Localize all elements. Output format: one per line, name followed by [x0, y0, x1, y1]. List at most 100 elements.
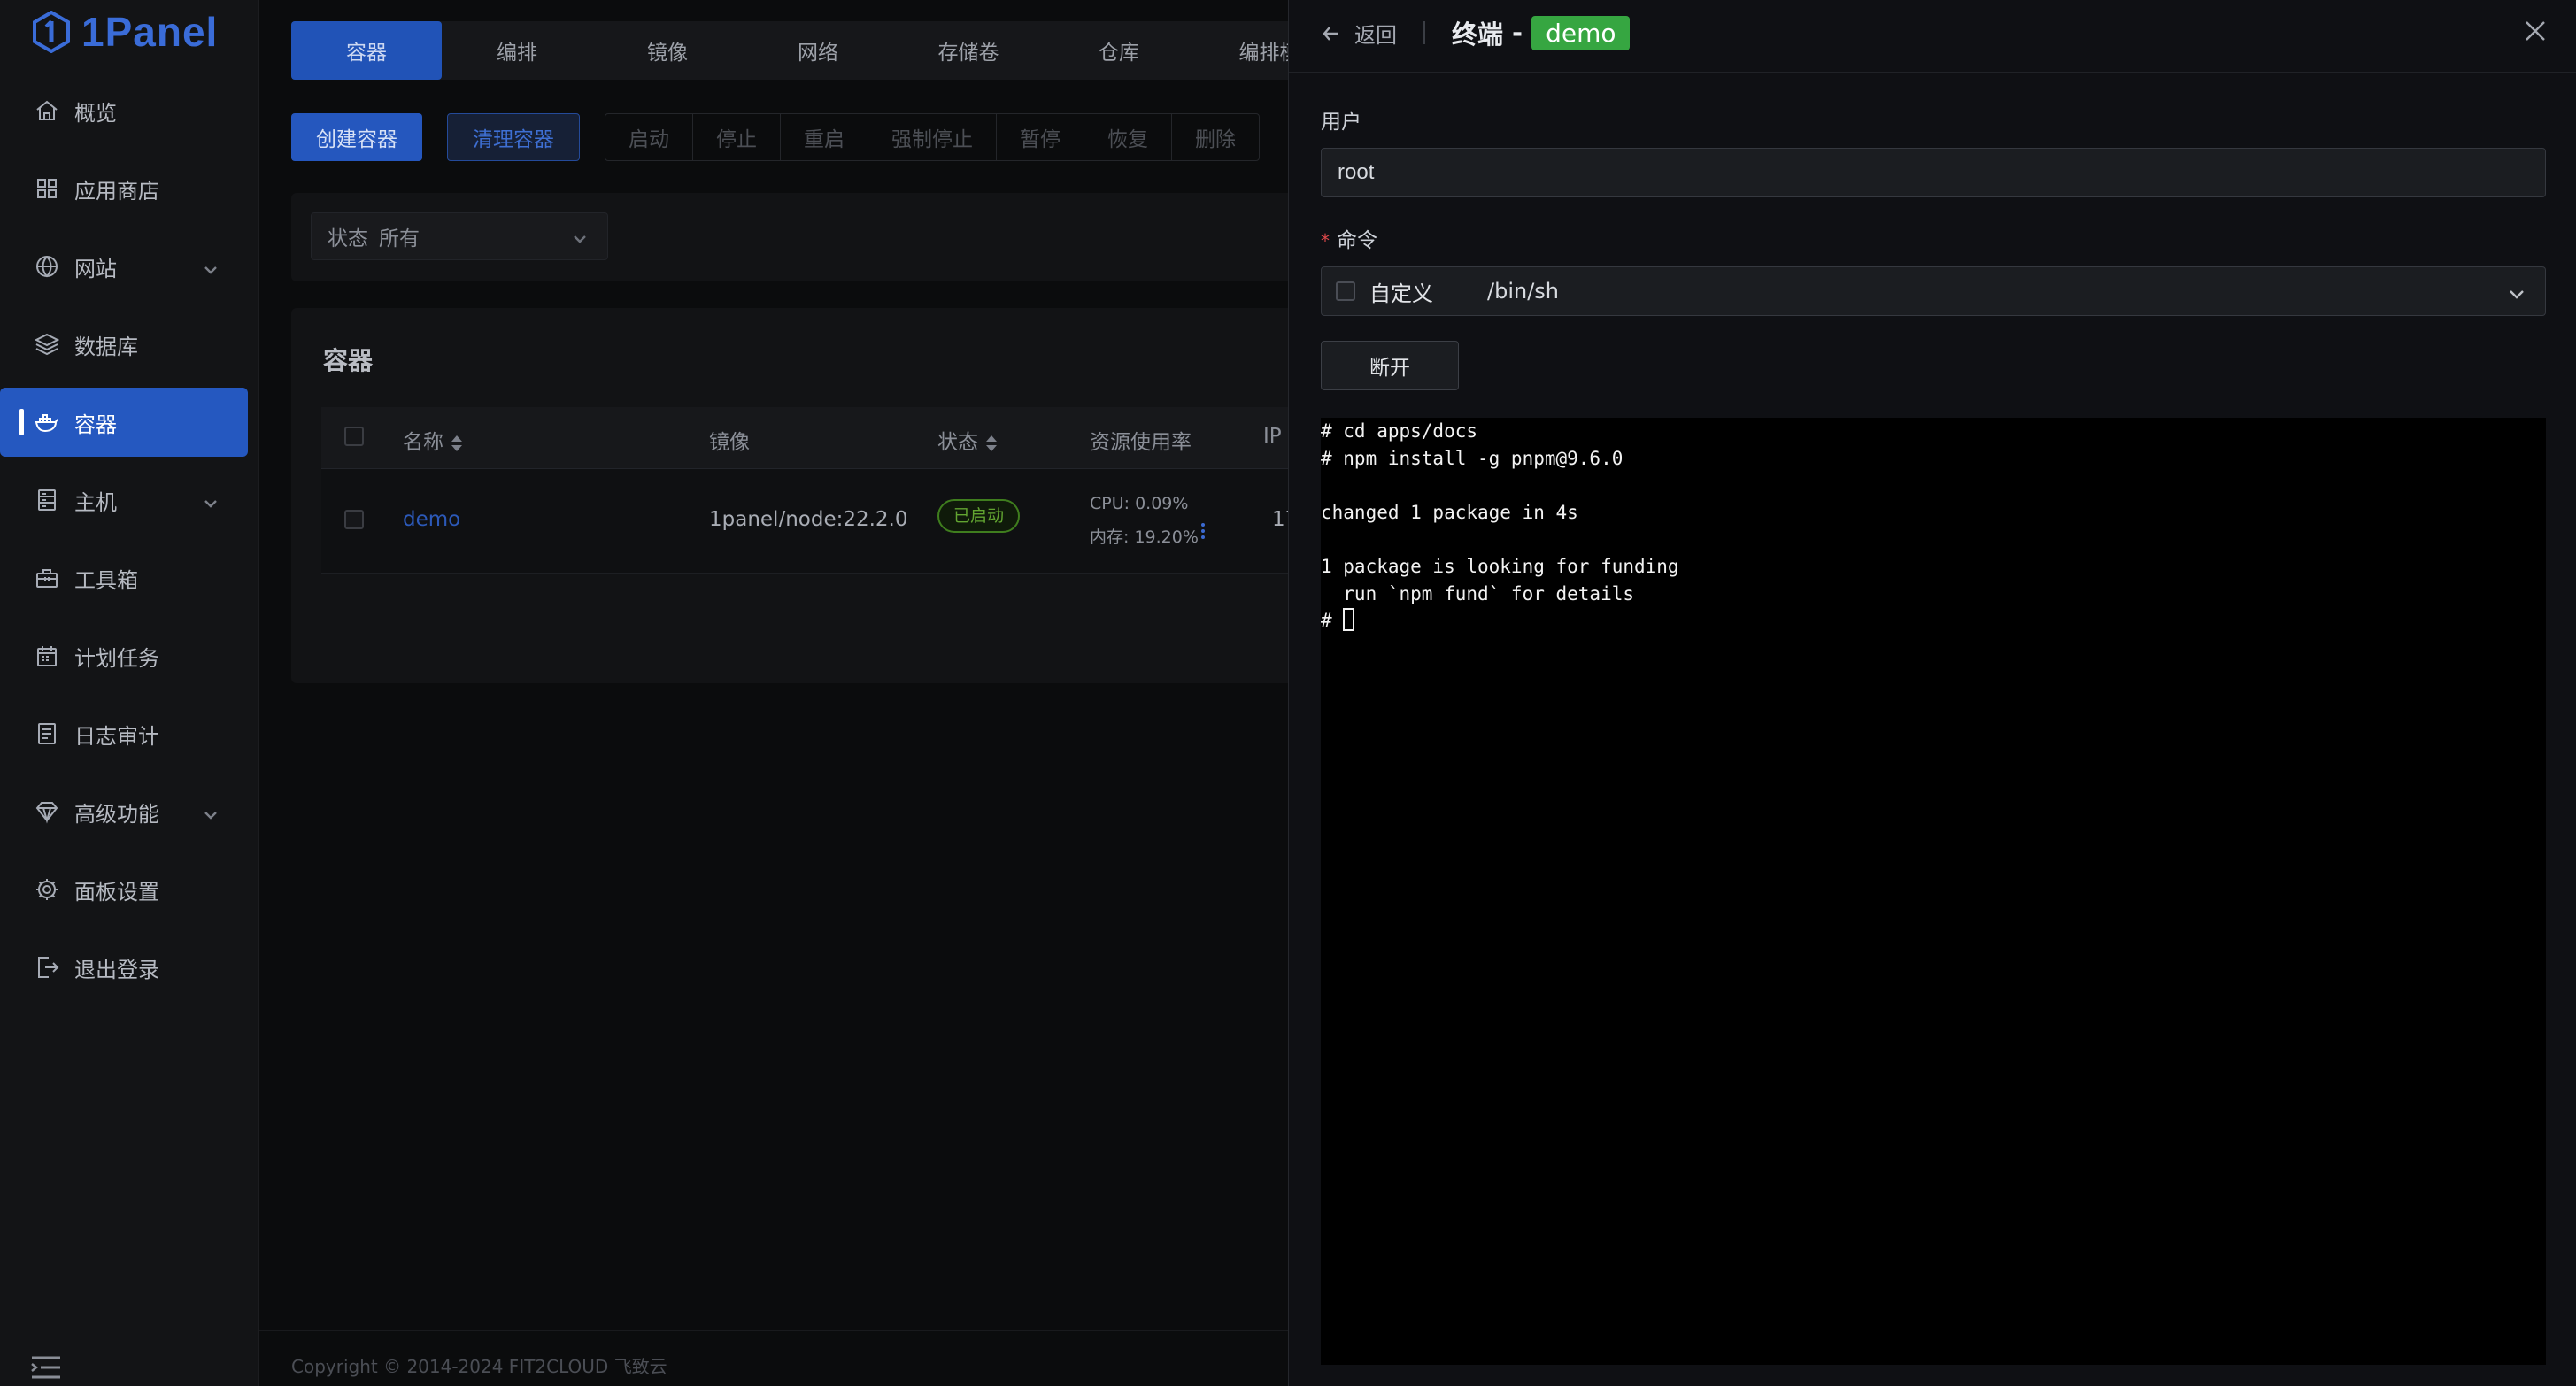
sidebar-item-10[interactable]: 面板设置	[0, 855, 249, 924]
sidebar-item-2[interactable]: 网站	[0, 232, 249, 301]
filter-panel: 状态 所有	[291, 193, 1288, 281]
sort-icon	[978, 431, 998, 454]
container-name-link[interactable]: demo	[403, 508, 460, 531]
collapse-menu-icon[interactable]	[30, 1354, 62, 1384]
sidebar: 1Panel 概览应用商店网站数据库容器主机工具箱计划任务日志审计高级功能面板设…	[0, 0, 259, 1386]
select-all-checkbox[interactable]	[344, 427, 364, 451]
sidebar-item-3[interactable]: 数据库	[0, 310, 249, 379]
chevron-down-icon	[2508, 283, 2526, 308]
container-action-group: 启动 停止 重启 强制停止 暂停 恢复 删除	[605, 113, 1260, 161]
sidebar-item-5[interactable]: 主机	[0, 466, 249, 535]
sidebar-item-1[interactable]: 应用商店	[0, 154, 249, 223]
custom-checkbox[interactable]	[1336, 281, 1355, 301]
layers-icon	[34, 331, 60, 358]
header-ip: IP	[1263, 425, 1282, 448]
drawer-title-text: 终端	[1452, 19, 1504, 50]
more-options-icon[interactable]	[1201, 520, 1205, 542]
sidebar-item-label: 工具箱	[74, 567, 138, 593]
sidebar-item-0[interactable]: 概览	[0, 76, 249, 145]
clean-containers-button[interactable]: 清理容器	[447, 113, 580, 161]
status-filter-value: 所有	[379, 227, 420, 250]
user-input[interactable]	[1321, 148, 2546, 197]
tab-5[interactable]: 仓库	[1044, 21, 1194, 80]
row-checkbox[interactable]	[344, 510, 364, 535]
top-tabs: 容器编排镜像网络存储卷仓库编排模	[291, 21, 1288, 80]
action-button-0[interactable]: 启动	[605, 114, 693, 160]
header-name[interactable]: 名称	[403, 425, 463, 455]
tab-4[interactable]: 存储卷	[893, 21, 1044, 80]
back-button[interactable]: 返回	[1321, 18, 1397, 49]
calendar-icon	[34, 643, 60, 669]
logo[interactable]: 1Panel	[32, 5, 218, 58]
sidebar-item-label: 数据库	[74, 334, 138, 359]
terminal-line: 1 package is looking for funding	[1321, 555, 1679, 577]
arrow-left-icon	[1323, 26, 1338, 41]
status-filter-select[interactable]: 状态 所有	[311, 212, 608, 260]
drawer-title-sep: -	[1512, 18, 1523, 48]
tab-3[interactable]: 网络	[743, 21, 893, 80]
resource-usage: CPU: 0.09% 内存: 19.20%	[1090, 487, 1199, 554]
sort-icon	[443, 431, 463, 454]
close-icon[interactable]	[2524, 19, 2547, 46]
chevron-down-icon	[203, 804, 219, 828]
command-row: 自定义 /bin/sh	[1321, 266, 2546, 316]
server-icon	[34, 487, 60, 513]
status-badge: 已启动	[937, 499, 1021, 533]
log-icon	[34, 720, 60, 747]
sidebar-item-6[interactable]: 工具箱	[0, 543, 249, 612]
action-button-4[interactable]: 暂停	[997, 114, 1084, 160]
sidebar-item-11[interactable]: 退出登录	[0, 933, 249, 1002]
container-name-tag: demo	[1531, 15, 1631, 50]
tab-2[interactable]: 镜像	[592, 21, 743, 80]
table-header: 名称 镜像 状态 资源使用率 IP	[321, 407, 1288, 469]
app-window: 1Panel 概览 应用商店 网站 数据库 容器 主机 工具箱 计划任务 日志审计 高级功能 面板设…	[0, 0, 2576, 1386]
container-image: 1panel/node:22.2.0	[709, 508, 908, 531]
create-container-button[interactable]: 创建容器	[291, 113, 422, 161]
sidebar-item-label: 容器	[74, 412, 117, 437]
action-button-3[interactable]: 强制停止	[868, 114, 997, 160]
disconnect-button[interactable]: 断开	[1321, 341, 1459, 390]
sidebar-item-label: 应用商店	[74, 178, 159, 204]
action-button-5[interactable]: 恢复	[1084, 114, 1172, 160]
tab-1[interactable]: 编排	[442, 21, 592, 80]
grid-icon	[34, 175, 60, 202]
sidebar-item-label: 概览	[74, 100, 117, 126]
main-content: 容器编排镜像网络存储卷仓库编排模 创建容器 清理容器 启动停止重启强制停止暂停恢…	[259, 0, 1288, 1386]
terminal-line: changed 1 package in 4s	[1321, 501, 1578, 523]
drawer-header: 返回 终端 - demo	[1289, 0, 2576, 73]
tab-6[interactable]: 编排模	[1194, 21, 1289, 80]
logo-text: 1Panel	[81, 9, 219, 55]
action-button-2[interactable]: 重启	[781, 114, 868, 160]
sidebar-item-8[interactable]: 日志审计	[0, 699, 249, 768]
container-ip: 17	[1272, 508, 1288, 531]
command-select[interactable]: /bin/sh	[1469, 266, 2546, 316]
command-label: 命令	[1337, 229, 1377, 252]
sidebar-item-label: 高级功能	[74, 801, 159, 827]
memory-usage: 内存: 19.20%	[1090, 527, 1199, 547]
sidebar-menu: 概览应用商店网站数据库容器主机工具箱计划任务日志审计高级功能面板设置退出登录	[0, 76, 259, 1011]
sidebar-item-9[interactable]: 高级功能	[0, 777, 249, 846]
logout-icon	[34, 954, 60, 981]
card-title: 容器	[323, 346, 374, 375]
sidebar-item-label: 退出登录	[74, 957, 159, 982]
action-button-1[interactable]: 停止	[693, 114, 781, 160]
header-status[interactable]: 状态	[937, 425, 998, 455]
sidebar-item-7[interactable]: 计划任务	[0, 621, 249, 690]
sidebar-item-label: 日志审计	[74, 723, 159, 749]
custom-command-toggle[interactable]: 自定义	[1321, 266, 1469, 316]
terminal-output[interactable]: # cd apps/docs # npm install -g pnpm@9.6.…	[1321, 418, 2546, 1365]
terminal-drawer: 返回 终端 - demo 用户 * 命令 自定义 /bin/sh	[1288, 0, 2576, 1386]
tab-0[interactable]: 容器	[291, 21, 442, 80]
terminal-line: # cd apps/docs	[1321, 420, 1478, 442]
container-card: 容器 名称 镜像 状态 资源使用率 IP demo 1panel/node:22…	[291, 308, 1288, 683]
sidebar-item-label: 面板设置	[74, 879, 159, 905]
command-label-wrap: * 命令	[1321, 223, 1377, 253]
chevron-down-icon	[203, 492, 219, 517]
status-filter-label: 状态	[328, 227, 368, 250]
terminal-line: #	[1321, 607, 2546, 635]
action-button-6[interactable]: 删除	[1172, 114, 1259, 160]
gear-icon	[34, 876, 60, 903]
terminal-cursor	[1343, 608, 1355, 632]
sidebar-item-4[interactable]: 容器	[0, 388, 248, 457]
